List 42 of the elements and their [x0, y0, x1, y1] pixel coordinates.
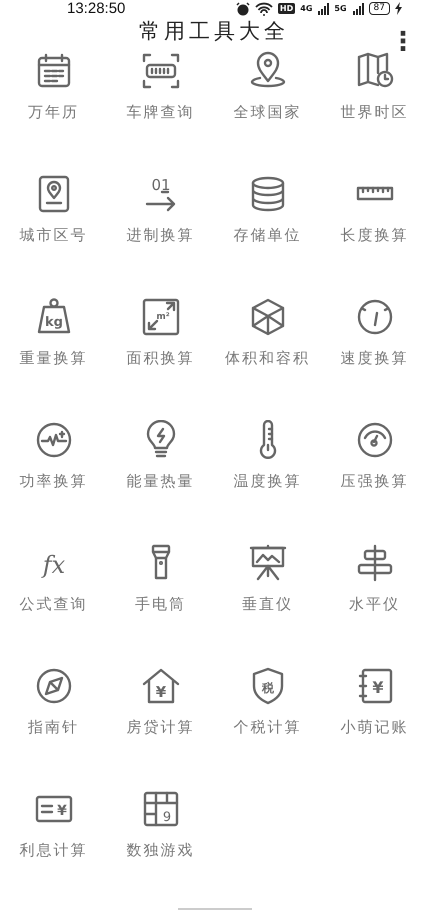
network-label: 4G — [300, 4, 312, 12]
tool-label[interactable]: 进制换算 — [126, 226, 194, 245]
tool-label[interactable]: 利息计算 — [20, 841, 88, 860]
network-label: 5G — [334, 4, 347, 12]
wifi-icon — [254, 2, 273, 16]
tool-label[interactable]: 指南针 — [28, 718, 79, 737]
signal-icon — [352, 2, 364, 14]
tool-label[interactable]: 车牌查询 — [126, 103, 194, 122]
hd-indicator: HD — [278, 3, 296, 14]
formula-icon[interactable]: fx — [34, 543, 74, 583]
tool-label[interactable]: 水平仪 — [349, 595, 400, 614]
tool-label[interactable]: 公式查询 — [20, 595, 88, 614]
more-menu-button[interactable]: ⋮ — [386, 27, 420, 57]
tool-label[interactable]: 世界时区 — [340, 103, 408, 122]
easel-icon[interactable] — [248, 543, 288, 583]
tool-label[interactable]: 个税计算 — [234, 718, 302, 737]
tool-label[interactable]: 长度换算 — [340, 226, 408, 245]
battery-indicator: 87 — [368, 2, 390, 15]
license-plate-icon[interactable] — [140, 51, 180, 91]
tool-label[interactable]: 城市区号 — [20, 226, 88, 245]
page-title: 常用工具大全 — [139, 18, 289, 45]
tool-label[interactable]: 速度换算 — [340, 349, 408, 368]
tool-label[interactable]: 面积换算 — [126, 349, 194, 368]
tool-label[interactable]: 数独游戏 — [126, 841, 194, 860]
tool-label[interactable]: 万年历 — [28, 103, 79, 122]
alarm-icon — [236, 2, 250, 16]
tool-label[interactable]: 功率换算 — [20, 472, 88, 491]
tool-label[interactable]: 垂直仪 — [242, 595, 293, 614]
tool-label[interactable]: 能量热量 — [126, 472, 194, 491]
tool-label[interactable]: 全球国家 — [234, 103, 302, 122]
tool-label[interactable]: 重量换算 — [20, 349, 88, 368]
tool-label[interactable]: 小萌记账 — [340, 718, 408, 737]
tool-label[interactable]: 存储单位 — [234, 226, 302, 245]
tool-label[interactable]: 房贷计算 — [126, 718, 194, 737]
status-time: 13:28:50 — [67, 0, 126, 17]
tool-label[interactable]: 体积和容积 — [225, 349, 310, 368]
tool-label[interactable]: 手电筒 — [135, 595, 186, 614]
area-icon[interactable]: m² — [140, 297, 180, 337]
tool-label[interactable]: 压强换算 — [340, 472, 408, 491]
charging-icon — [395, 2, 402, 15]
tool-label[interactable]: 温度换算 — [234, 472, 302, 491]
signal-icon — [317, 2, 330, 14]
